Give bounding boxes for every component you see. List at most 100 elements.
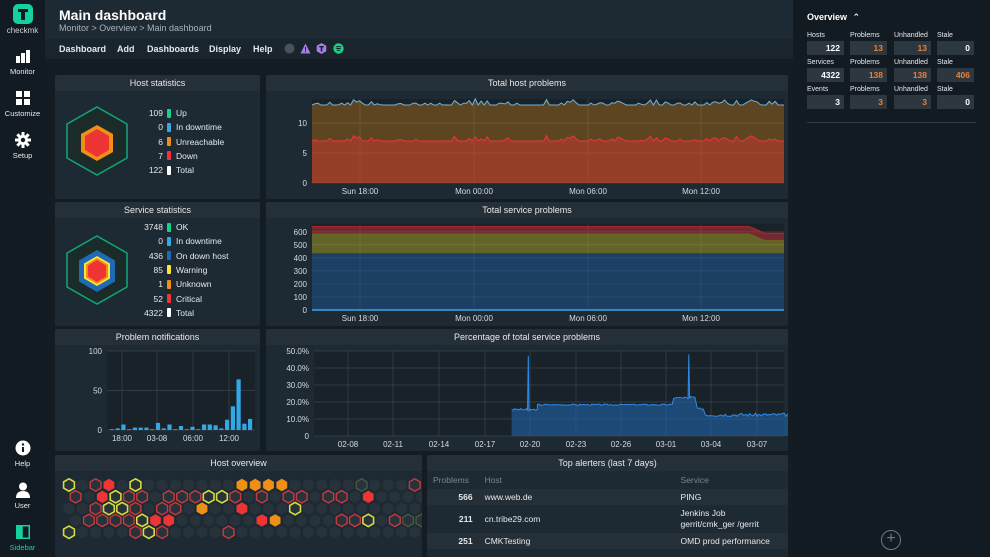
hex-host-ok[interactable]: [183, 526, 195, 539]
total-service-problems-chart[interactable]: 0 100 200 300 400 500 600 Sun 18:00 Mon 00:00 Mon…: [266, 218, 788, 326]
stat-row-on-down-host[interactable]: 436 On down host: [127, 250, 229, 262]
hex-host-problem[interactable]: [129, 525, 142, 540]
breadcrumb[interactable]: Monitor > Overview > Main dashboard: [59, 23, 212, 33]
hex-host-ok[interactable]: [396, 478, 407, 492]
overview-value[interactable]: 3: [807, 95, 844, 109]
hex-host-problem[interactable]: [295, 489, 308, 504]
hex-host-ok[interactable]: [243, 514, 254, 527]
hex-host-ok[interactable]: [143, 502, 155, 515]
overview-value[interactable]: 4322: [807, 68, 844, 82]
hex-host-warning[interactable]: [109, 489, 122, 504]
hex-host-ok[interactable]: [276, 526, 288, 539]
overview-snapin-header[interactable]: Overview ⌃: [807, 12, 860, 23]
hex-host-problem[interactable]: [82, 513, 95, 528]
nav-item-setup[interactable]: Setup: [0, 132, 45, 160]
hex-host-ok[interactable]: [249, 502, 261, 515]
hex-host-down[interactable]: [150, 514, 161, 527]
hex-host-ok[interactable]: [243, 490, 254, 503]
stat-row-in-downtime[interactable]: 0 In downtime: [127, 235, 222, 247]
hex-host-warning[interactable]: [202, 489, 215, 504]
hex-host-ok[interactable]: [143, 478, 155, 492]
hex-host-warning[interactable]: [102, 501, 116, 516]
hex-host-ok[interactable]: [389, 490, 401, 503]
hex-host-ok[interactable]: [309, 514, 321, 527]
service-link[interactable]: OMD prod performance: [674, 533, 788, 549]
hex-host-problem[interactable]: [175, 489, 189, 504]
hex-host-problem[interactable]: [348, 513, 361, 528]
overview-value[interactable]: 13: [850, 41, 887, 55]
hex-host-ok[interactable]: [150, 490, 161, 503]
hex-host-ok[interactable]: [76, 526, 88, 539]
hex-host-ok[interactable]: [303, 502, 314, 515]
stat-row-down[interactable]: 7 Down: [127, 150, 197, 162]
hex-host-ok[interactable]: [369, 478, 381, 492]
hex-host-problem[interactable]: [136, 489, 149, 504]
stat-row-unreachable[interactable]: 6 Unreachable: [127, 136, 224, 148]
hex-host-problem[interactable]: [322, 489, 335, 504]
overview-value[interactable]: 406: [937, 68, 974, 82]
hex-host-ok[interactable]: [276, 502, 288, 515]
hex-host-ok[interactable]: [183, 478, 195, 492]
hex-host-ok[interactable]: [223, 478, 234, 492]
hex-host-down[interactable]: [362, 490, 374, 503]
problem-notifications-chart[interactable]: 0 50 100 18:00 03-08 06:00 12:00: [55, 345, 260, 451]
hex-host-ok[interactable]: [356, 502, 367, 515]
hex-host-warning[interactable]: [215, 489, 229, 504]
column-header-host[interactable]: Host: [478, 471, 675, 489]
stat-row-in-downtime[interactable]: 0 In downtime: [127, 121, 222, 133]
hex-host-problem[interactable]: [388, 513, 401, 528]
hex-host-ok[interactable]: [223, 502, 234, 515]
overview-value[interactable]: 13: [894, 41, 931, 55]
host-link[interactable]: www.web.de: [478, 489, 675, 505]
hex-host-ok[interactable]: [349, 490, 361, 503]
stat-row-warning[interactable]: 85 Warning: [127, 264, 208, 276]
hex-host-down[interactable]: [103, 478, 115, 492]
hex-host-problem[interactable]: [255, 489, 268, 504]
hex-host-unreachable[interactable]: [249, 478, 261, 492]
hex-host-ok[interactable]: [176, 514, 188, 527]
service-link[interactable]: Jenkins Job gerrit/cmk_ger /gerrit: [674, 505, 788, 533]
overview-value[interactable]: 122: [807, 41, 844, 55]
host-hexagon-chart[interactable]: [65, 105, 129, 177]
hex-host-problem[interactable]: [155, 525, 169, 540]
hex-host-ok[interactable]: [196, 478, 208, 492]
hex-host-problem[interactable]: [96, 513, 109, 528]
hex-host-unreachable[interactable]: [196, 502, 208, 515]
column-header-service[interactable]: Service: [674, 471, 788, 489]
hex-host-ok[interactable]: [342, 502, 354, 515]
hex-host-ok[interactable]: [296, 514, 308, 527]
stat-row-critical[interactable]: 52 Critical: [127, 293, 202, 305]
hex-host-warning[interactable]: [142, 525, 155, 540]
hex-host-problem[interactable]: [155, 501, 169, 516]
hex-host-problem[interactable]: [335, 513, 348, 528]
hex-host-problem[interactable]: [408, 477, 421, 493]
hex-host-problem[interactable]: [89, 477, 102, 493]
hex-host-problem[interactable]: [282, 489, 295, 504]
hex-host-ok[interactable]: [416, 490, 422, 503]
hex-host-ok[interactable]: [196, 526, 208, 539]
hex-host-ok[interactable]: [116, 478, 128, 492]
nav-item-help[interactable]: Help: [0, 440, 45, 468]
hex-host-ok[interactable]: [316, 526, 328, 539]
hex-host-ok[interactable]: [402, 490, 414, 503]
hex-host-ok[interactable]: [263, 502, 274, 515]
hex-host-ok[interactable]: [236, 526, 248, 539]
hex-host-down[interactable]: [236, 502, 248, 515]
hex-host-ok[interactable]: [190, 514, 201, 527]
hex-host-ok[interactable]: [70, 514, 81, 527]
hex-host-problem[interactable]: [229, 489, 242, 504]
hex-host-ok[interactable]: [409, 526, 421, 539]
hex-host-ok[interactable]: [76, 478, 88, 492]
hex-host-ok[interactable]: [209, 526, 221, 539]
total-host-problems-chart[interactable]: 0 5 10 Sun 18:00 Mon 00:00 Mon 06:00 Mon 12:00: [266, 91, 788, 199]
hex-host-unreachable[interactable]: [269, 514, 281, 527]
hex-host-problem[interactable]: [189, 489, 202, 504]
hex-host-ok[interactable]: [316, 502, 328, 515]
hex-host-ok[interactable]: [209, 478, 221, 492]
hex-host-unreachable[interactable]: [236, 478, 248, 492]
hex-host-ok[interactable]: [263, 526, 274, 539]
hex-host-pending[interactable]: [355, 478, 368, 492]
hex-host-ok[interactable]: [316, 478, 328, 492]
menu-dashboards[interactable]: Dashboards: [147, 44, 199, 54]
nav-item-user[interactable]: User: [0, 482, 45, 510]
